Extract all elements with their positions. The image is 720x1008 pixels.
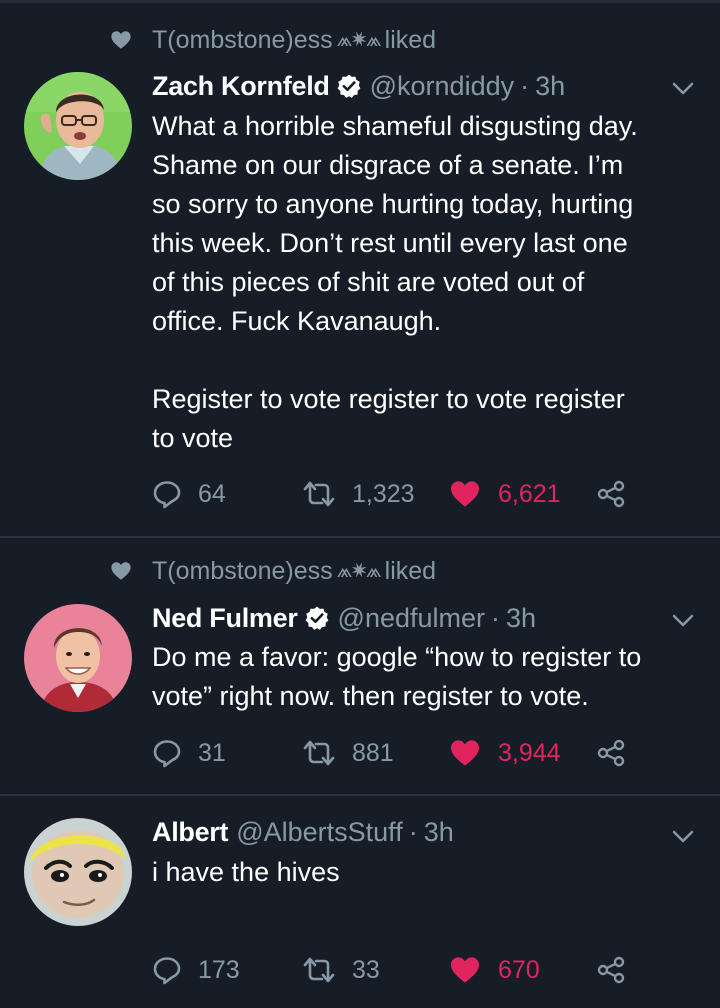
social-context: T(ombstone)ess ⩕✷⩕ liked bbox=[110, 25, 436, 55]
heart-icon bbox=[451, 740, 479, 766]
heart-icon bbox=[451, 957, 479, 983]
retweet-count: 1,323 bbox=[352, 479, 415, 508]
like-button[interactable]: 670 bbox=[448, 950, 540, 990]
tweet-1[interactable]: T(ombstone)ess ⩕✷⩕ liked Zach Kornfeld @… bbox=[0, 0, 720, 536]
reply-icon bbox=[153, 957, 181, 985]
handle[interactable]: @AlbertsStuff bbox=[236, 817, 402, 848]
share-icon bbox=[597, 739, 625, 767]
chevron-down-icon[interactable] bbox=[672, 82, 694, 96]
tweet-2[interactable]: T(ombstone)ess ⩕✷⩕ liked Ned Fulmer @ned… bbox=[0, 538, 720, 794]
handle[interactable]: @nedfulmer bbox=[338, 603, 485, 634]
verified-badge-icon bbox=[305, 606, 328, 630]
timestamp[interactable]: 3h bbox=[506, 603, 536, 634]
social-context-decoration: ⩕✷⩕ bbox=[336, 28, 382, 51]
like-button[interactable]: 6,621 bbox=[448, 474, 561, 514]
retweet-icon bbox=[303, 740, 335, 766]
retweet-button[interactable]: 1,323 bbox=[302, 474, 415, 514]
reply-button[interactable]: 173 bbox=[152, 950, 240, 990]
social-context-action: liked bbox=[384, 25, 437, 54]
tweet-text: i have the hives bbox=[152, 857, 340, 887]
reply-count: 64 bbox=[198, 479, 226, 508]
reply-icon bbox=[153, 740, 181, 768]
chevron-down-icon[interactable] bbox=[672, 830, 694, 844]
heart-icon bbox=[451, 481, 479, 507]
share-button[interactable] bbox=[596, 733, 626, 773]
social-context-name[interactable]: T(ombstone)ess bbox=[152, 26, 333, 55]
tweet-3[interactable]: Albert @AlbertsStuff · 3h i have the hiv… bbox=[0, 796, 720, 1008]
avatar[interactable] bbox=[24, 604, 132, 712]
like-button[interactable]: 3,944 bbox=[448, 733, 561, 773]
tweet-actions: 64 1,323 6,621 bbox=[152, 474, 652, 514]
tweet-header: Ned Fulmer @nedfulmer · 3h bbox=[152, 600, 536, 636]
display-name[interactable]: Ned Fulmer bbox=[152, 603, 298, 634]
social-context-name[interactable]: T(ombstone)ess bbox=[152, 557, 333, 586]
chevron-down-icon[interactable] bbox=[672, 614, 694, 628]
tweet-header: Zach Kornfeld @korndiddy · 3h bbox=[152, 68, 565, 104]
separator: · bbox=[520, 70, 530, 101]
tweet-text: What a horrible shameful disgusting day.… bbox=[152, 111, 638, 453]
tweet-actions: 31 881 3,944 bbox=[152, 733, 652, 773]
social-context-decoration: ⩕✷⩕ bbox=[336, 559, 382, 582]
reply-button[interactable]: 31 bbox=[152, 733, 226, 773]
avatar[interactable] bbox=[24, 72, 132, 180]
share-button[interactable] bbox=[596, 950, 626, 990]
tweet-actions: 173 33 670 bbox=[152, 950, 652, 990]
like-count: 3,944 bbox=[498, 738, 561, 767]
share-button[interactable] bbox=[596, 474, 626, 514]
reply-icon bbox=[153, 481, 181, 509]
avatar[interactable] bbox=[24, 818, 132, 926]
share-icon bbox=[597, 480, 625, 508]
share-icon bbox=[597, 956, 625, 984]
retweet-button[interactable]: 881 bbox=[302, 733, 394, 773]
timestamp[interactable]: 3h bbox=[424, 817, 454, 848]
like-count: 670 bbox=[498, 955, 540, 984]
retweet-icon bbox=[303, 957, 335, 983]
social-context: T(ombstone)ess ⩕✷⩕ liked bbox=[110, 556, 436, 586]
retweet-button[interactable]: 33 bbox=[302, 950, 380, 990]
retweet-count: 33 bbox=[352, 955, 380, 984]
verified-badge-icon bbox=[337, 74, 360, 98]
heart-icon bbox=[111, 31, 131, 49]
separator: · bbox=[408, 816, 418, 847]
retweet-icon bbox=[303, 481, 335, 507]
timestamp[interactable]: 3h bbox=[535, 71, 565, 102]
reply-count: 173 bbox=[198, 955, 240, 984]
like-count: 6,621 bbox=[498, 479, 561, 508]
separator: · bbox=[491, 602, 501, 633]
display-name[interactable]: Albert bbox=[152, 817, 229, 848]
heart-icon bbox=[111, 562, 131, 580]
reply-count: 31 bbox=[198, 738, 226, 767]
reply-button[interactable]: 64 bbox=[152, 474, 226, 514]
tweet-text: Do me a favor: google “how to register t… bbox=[152, 642, 642, 711]
retweet-count: 881 bbox=[352, 738, 394, 767]
tweet-header: Albert @AlbertsStuff · 3h bbox=[152, 814, 454, 850]
handle[interactable]: @korndiddy bbox=[370, 71, 514, 102]
display-name[interactable]: Zach Kornfeld bbox=[152, 71, 330, 102]
social-context-action: liked bbox=[384, 556, 437, 585]
